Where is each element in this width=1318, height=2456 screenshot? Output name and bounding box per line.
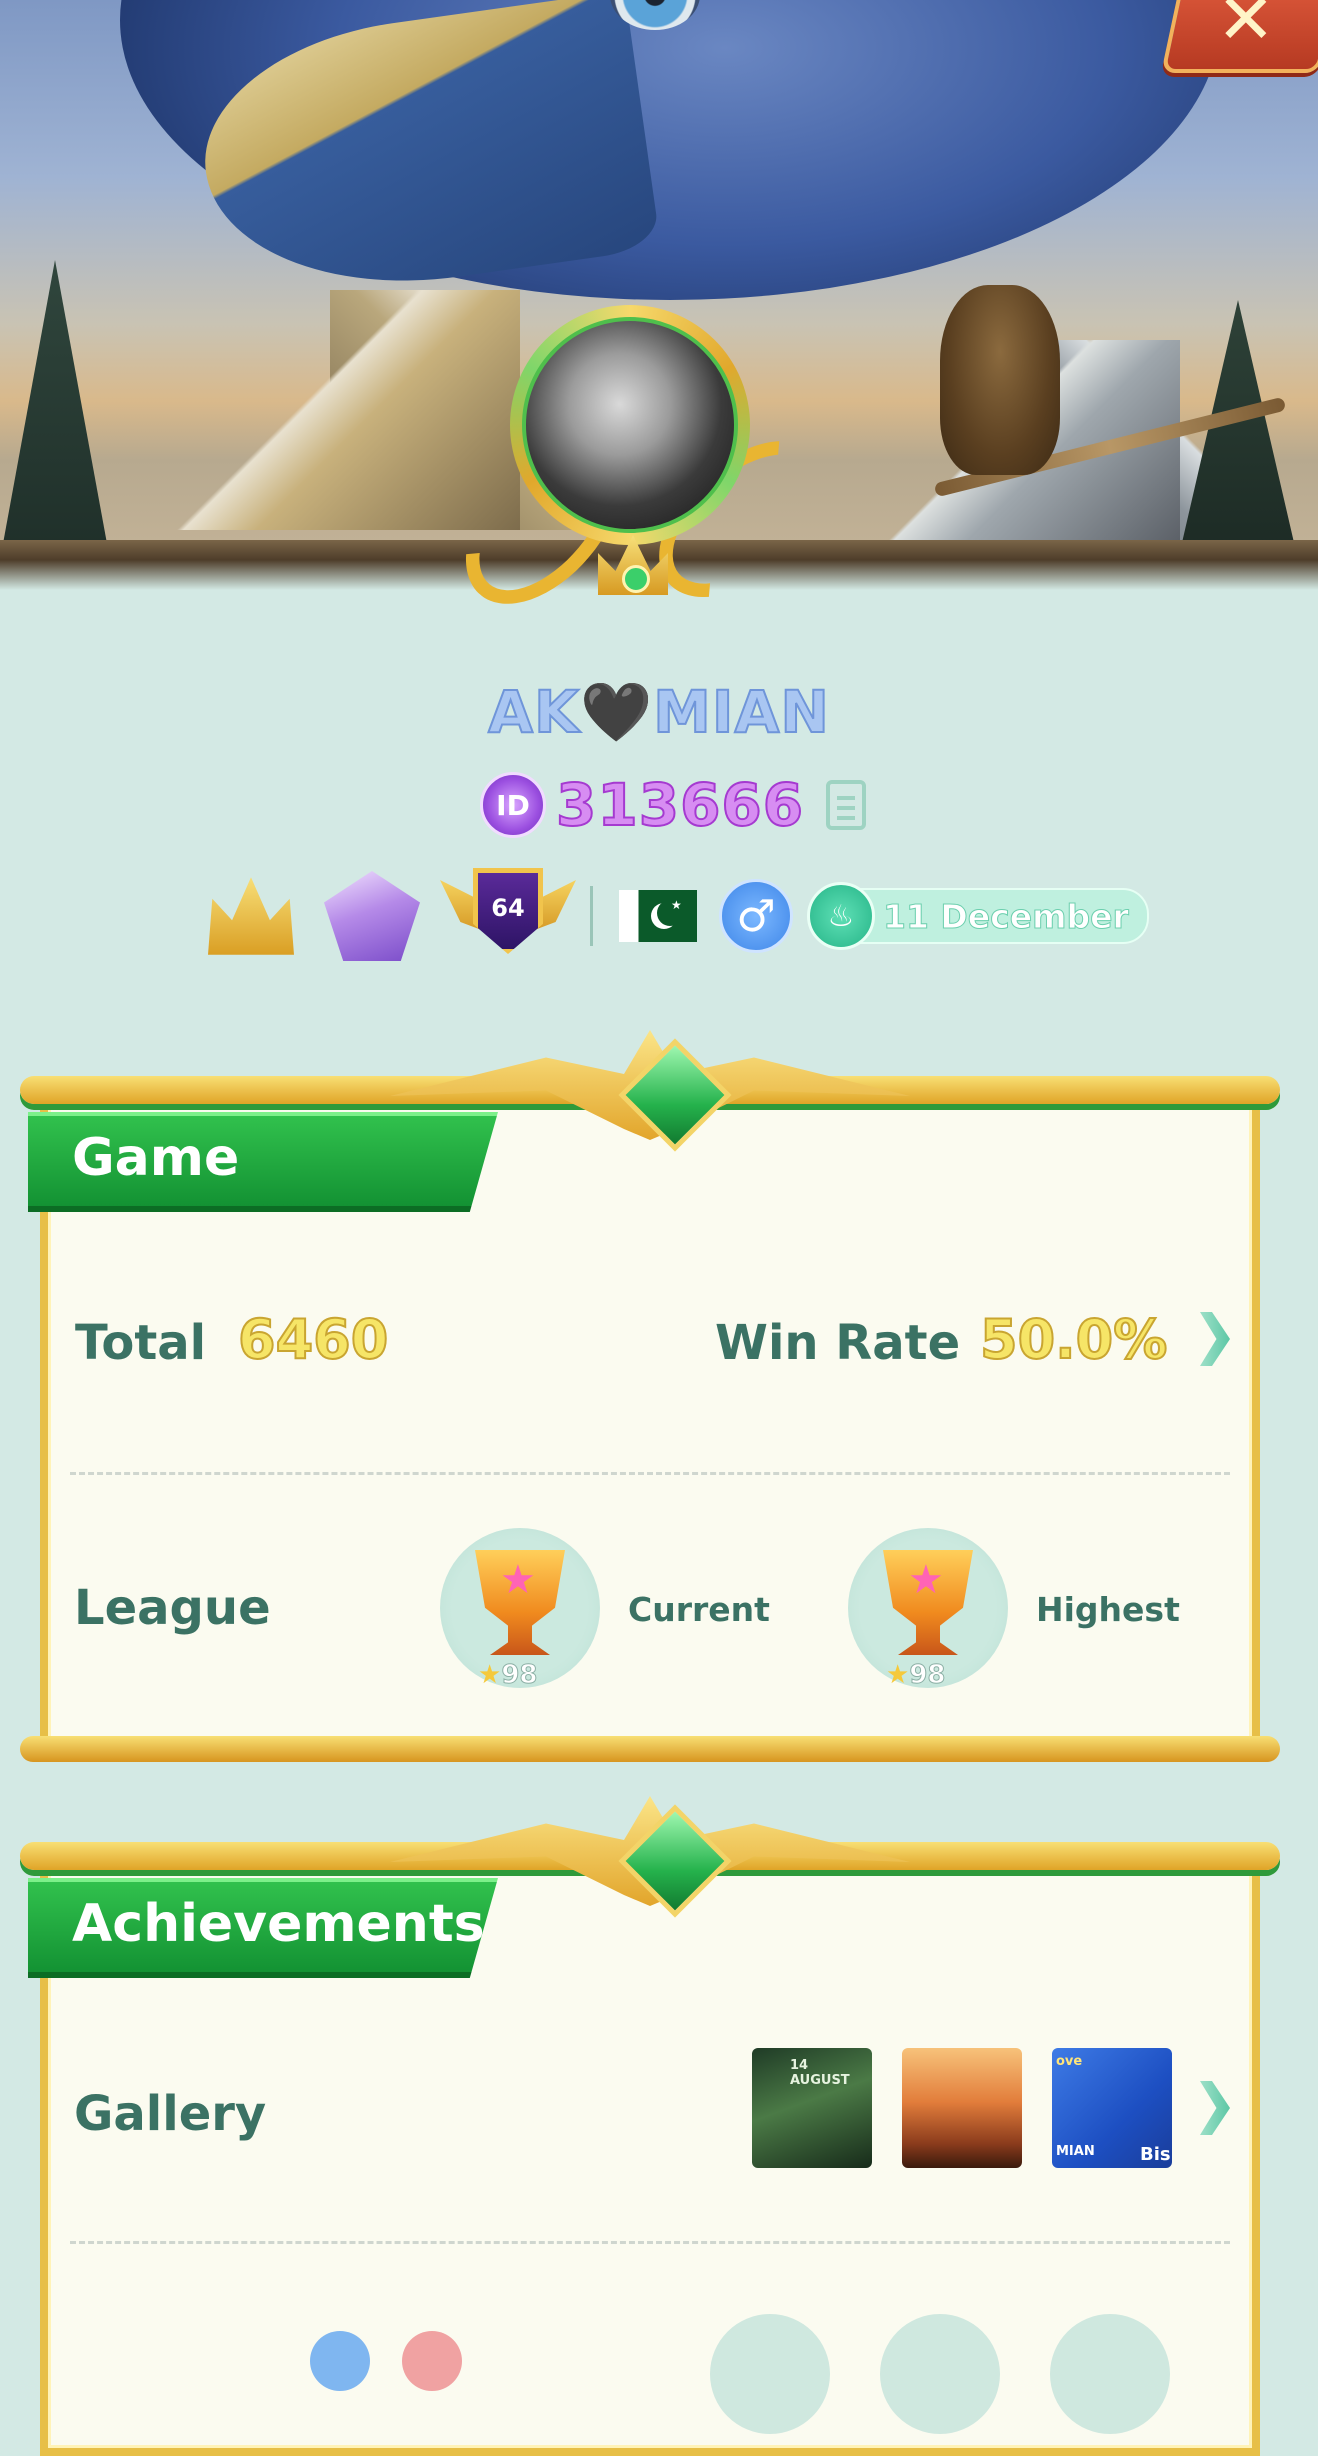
copy-icon[interactable] xyxy=(826,780,867,830)
peek-medal xyxy=(1050,2314,1170,2434)
peek-icon xyxy=(402,2331,462,2391)
flag-star: ★ xyxy=(671,898,682,912)
gallery-thumb[interactable]: ove MIAN Bis xyxy=(1052,2048,1172,2168)
star-icon: ★ xyxy=(908,1557,944,1603)
league-label: League xyxy=(74,1580,271,1636)
avatar-gem-icon xyxy=(622,565,650,593)
badges-row: 64 ★ ♂ ♨ 11 December xyxy=(208,868,1149,964)
total-label: Total xyxy=(75,1315,207,1371)
total-value: 6460 xyxy=(237,1307,389,1372)
avatar-frame[interactable] xyxy=(435,300,858,640)
achievements-title: Achievements xyxy=(72,1894,485,1954)
level-shield-icon: 64 xyxy=(473,868,543,954)
male-icon: ♂ xyxy=(719,879,793,953)
id-badge-icon: ID xyxy=(480,772,546,838)
win-rate-value: 50.0% xyxy=(979,1307,1168,1372)
panel-divider xyxy=(70,1472,1230,1475)
game-title: Game xyxy=(72,1128,240,1188)
birthday-badge: ♨ 11 December xyxy=(807,882,1149,950)
avatar-ring xyxy=(510,305,750,545)
badge-divider xyxy=(590,886,593,946)
star-icon: ★ xyxy=(500,1557,536,1603)
win-rate-label: Win Rate xyxy=(715,1315,961,1371)
peek-medal xyxy=(710,2314,830,2434)
gallery-thumb[interactable] xyxy=(902,2048,1022,2168)
panel-bottom-bar xyxy=(20,1736,1280,1762)
level-badge[interactable]: 64 xyxy=(440,868,576,964)
diamond-badge-icon[interactable] xyxy=(324,871,420,961)
achievements-panel: Achievements Gallery 14 AUGUST ove MIAN … xyxy=(20,1796,1280,2456)
current-label: Current xyxy=(628,1590,770,1629)
highest-label: Highest xyxy=(1036,1590,1180,1629)
user-id-row: ID 313666 xyxy=(480,770,867,840)
gallery-thumb[interactable]: 14 AUGUST xyxy=(752,2048,872,2168)
panel-divider xyxy=(70,2241,1230,2244)
user-id: 313666 xyxy=(555,770,805,840)
pakistan-flag-icon: ★ xyxy=(619,890,697,942)
highest-league-level: ★98 xyxy=(886,1660,946,1691)
birthday-date: 11 December xyxy=(883,896,1130,936)
banner-perched-eagle xyxy=(940,285,1060,475)
game-panel: Game Total 6460 Win Rate 50.0% League ★ … xyxy=(20,1030,1280,1780)
close-icon: ✕ xyxy=(1216,0,1276,60)
game-title-ribbon: Game xyxy=(28,1112,498,1212)
highest-league-trophy[interactable]: ★ ★98 xyxy=(848,1528,1008,1691)
current-league-trophy[interactable]: ★ ★98 xyxy=(440,1528,600,1691)
achievements-title-ribbon: Achievements xyxy=(28,1878,498,1978)
peek-medal xyxy=(880,2314,1000,2434)
close-button[interactable]: ✕ xyxy=(1161,0,1318,73)
crown-badge-icon[interactable] xyxy=(208,877,294,955)
level-value: 64 xyxy=(491,894,525,922)
username: AK🖤MIAN xyxy=(487,677,830,747)
gallery-label: Gallery xyxy=(74,2086,267,2142)
peek-icon xyxy=(310,2331,370,2391)
cake-icon: ♨ xyxy=(807,882,875,950)
avatar xyxy=(522,317,738,533)
current-league-level: ★98 xyxy=(478,1660,538,1691)
